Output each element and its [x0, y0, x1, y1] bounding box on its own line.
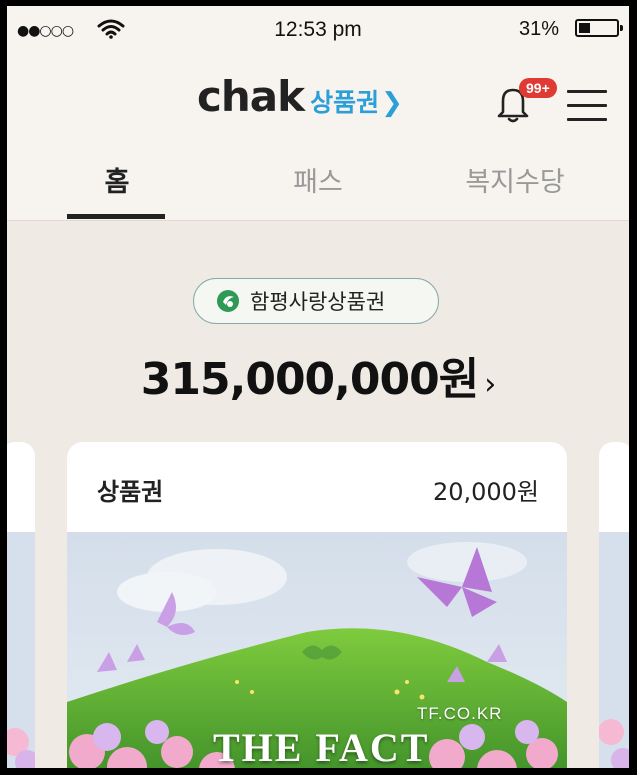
previous-card[interactable] — [7, 442, 35, 768]
watermark-small: TF.CO.KR — [417, 704, 503, 723]
tab-pass[interactable]: 패스 — [238, 160, 398, 199]
voucher-name: 함평사랑상품권 — [250, 290, 386, 314]
balance-amount: 315,000,000원 — [140, 354, 479, 405]
hamburger-menu-icon[interactable] — [567, 90, 607, 122]
tab-welfare[interactable]: 복지수당 — [435, 160, 595, 199]
watermark-big: THE FACT — [213, 725, 430, 768]
card-value: 20,000원 — [432, 478, 539, 506]
tab-bar: 홈 패스 복지수당 — [7, 146, 629, 221]
phone-screen: ●●○○○ 12:53 pm 31% chak 상품권 ❯ 99+ 홈 패스 복… — [7, 6, 629, 768]
voucher-card[interactable]: 상품권 20,000원 TF.CO.KR THE FACT — [67, 442, 567, 768]
battery-percent: 31% — [518, 18, 559, 40]
status-bar: ●●○○○ 12:53 pm 31% — [7, 6, 629, 54]
card-title: 상품권 — [97, 478, 164, 506]
home-content: 함평사랑상품권 315,000,000원 › 상품권 20,000원 TF.CO… — [7, 221, 629, 768]
next-card[interactable] — [599, 442, 629, 768]
app-header: chak 상품권 ❯ 99+ — [7, 66, 629, 136]
active-tab-indicator — [67, 214, 165, 219]
battery-icon — [575, 19, 623, 37]
logo-sub: 상품권 — [310, 88, 380, 117]
tab-home[interactable]: 홈 — [37, 160, 197, 199]
chak-logo[interactable]: chak 상품권 ❯ — [197, 72, 403, 121]
chevron-right-icon: › — [484, 367, 496, 402]
logo-main: chak — [197, 72, 305, 121]
voucher-selector[interactable]: 함평사랑상품권 — [193, 278, 439, 324]
chevron-right-icon: ❯ — [381, 88, 403, 118]
voucher-logo-icon — [217, 290, 239, 312]
voucher-balance[interactable]: 315,000,000원 › — [7, 343, 629, 407]
notification-badge: 99+ — [519, 78, 557, 98]
